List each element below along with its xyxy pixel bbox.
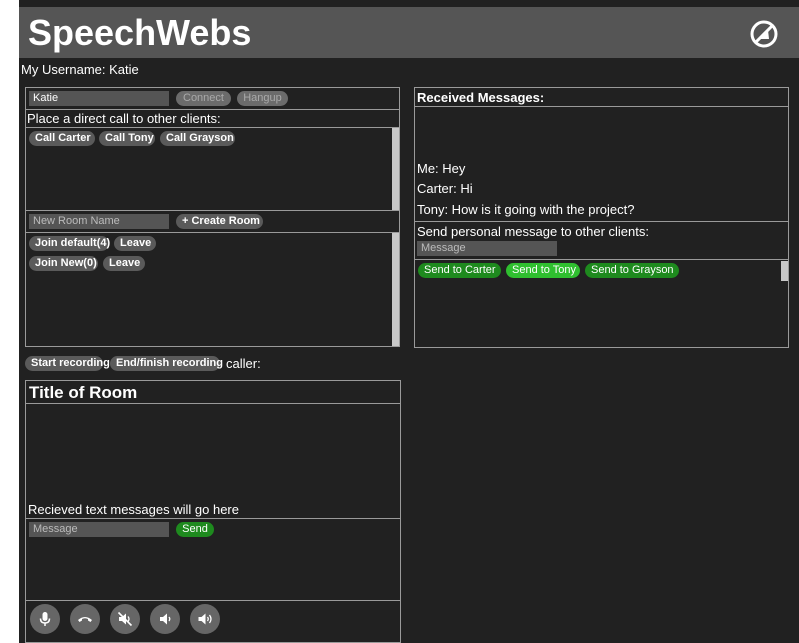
call-carter-button[interactable]: Call Carter xyxy=(29,131,95,146)
hangup-button[interactable]: Hangup xyxy=(237,91,288,106)
send-to-carter-button[interactable]: Send to Carter xyxy=(418,263,501,278)
connection-panel: Katie Connect Hangup Place a direct call… xyxy=(25,87,400,347)
end-recording-button[interactable]: End/finish recording xyxy=(110,356,223,371)
divider xyxy=(26,518,400,519)
leave-room-button[interactable]: Leave xyxy=(103,256,145,271)
divider xyxy=(26,600,400,601)
received-message: Carter: Hi xyxy=(417,181,473,196)
volume-down-icon xyxy=(160,613,171,625)
divider xyxy=(26,403,400,404)
header-bar: SpeechWebs xyxy=(19,7,799,58)
room-send-button[interactable]: Send xyxy=(176,522,214,537)
app-title: SpeechWebs xyxy=(28,12,252,53)
hang-up-button[interactable] xyxy=(70,604,100,634)
mute-speaker-icon xyxy=(117,611,133,627)
divider xyxy=(415,221,788,222)
divider xyxy=(415,259,788,260)
send-to-grayson-button[interactable]: Send to Grayson xyxy=(585,263,679,278)
caller-label: caller: xyxy=(226,356,261,371)
room-title: Title of Room xyxy=(29,383,138,402)
calls-heading: Place a direct call to other clients: xyxy=(27,111,221,126)
call-tony-button[interactable]: Call Tony xyxy=(99,131,155,146)
room-message-input[interactable]: Message xyxy=(29,522,169,537)
personal-message-input[interactable]: Message xyxy=(417,241,557,256)
calls-scrollbar[interactable] xyxy=(392,128,399,210)
rooms-scrollbar[interactable] xyxy=(392,233,399,346)
username-input[interactable]: Katie xyxy=(29,91,169,106)
connect-button[interactable]: Connect xyxy=(176,91,231,106)
create-room-button[interactable]: + Create Room xyxy=(176,214,263,229)
hang-up-icon xyxy=(78,617,92,622)
volume-up-button[interactable] xyxy=(190,604,220,634)
mute-speaker-button[interactable] xyxy=(110,604,140,634)
slashed-circle-logo-icon xyxy=(750,20,778,48)
divider xyxy=(26,109,399,110)
microphone-button[interactable] xyxy=(30,604,60,634)
personal-scrollbar[interactable] xyxy=(781,261,788,281)
divider xyxy=(26,127,399,128)
send-to-tony-button[interactable]: Send to Tony xyxy=(506,263,580,278)
received-message: Tony: How is it going with the project? xyxy=(417,202,635,217)
microphone-icon xyxy=(39,612,51,626)
call-grayson-button[interactable]: Call Grayson xyxy=(160,131,235,146)
personal-message-heading: Send personal message to other clients: xyxy=(417,224,649,239)
divider xyxy=(26,232,399,233)
room-messages-placeholder: Recieved text messages will go here xyxy=(28,502,239,517)
received-message: Me: Hey xyxy=(417,161,466,176)
join-room-button[interactable]: Join default(4) xyxy=(29,236,110,251)
divider xyxy=(415,106,788,107)
room-name-input[interactable]: New Room Name xyxy=(29,214,169,229)
username-label: My Username: Katie xyxy=(21,62,139,77)
app-window: SpeechWebs My Username: Katie Katie Conn… xyxy=(19,0,799,643)
volume-up-icon xyxy=(198,613,212,625)
volume-down-button[interactable] xyxy=(150,604,180,634)
messages-panel: Received Messages: Me: Hey Carter: Hi To… xyxy=(414,87,789,348)
divider xyxy=(26,210,399,211)
start-recording-button[interactable]: Start recording xyxy=(25,356,110,371)
join-room-button[interactable]: Join New(0) xyxy=(29,256,98,271)
leave-room-button[interactable]: Leave xyxy=(114,236,156,251)
received-heading: Received Messages: xyxy=(417,90,545,105)
